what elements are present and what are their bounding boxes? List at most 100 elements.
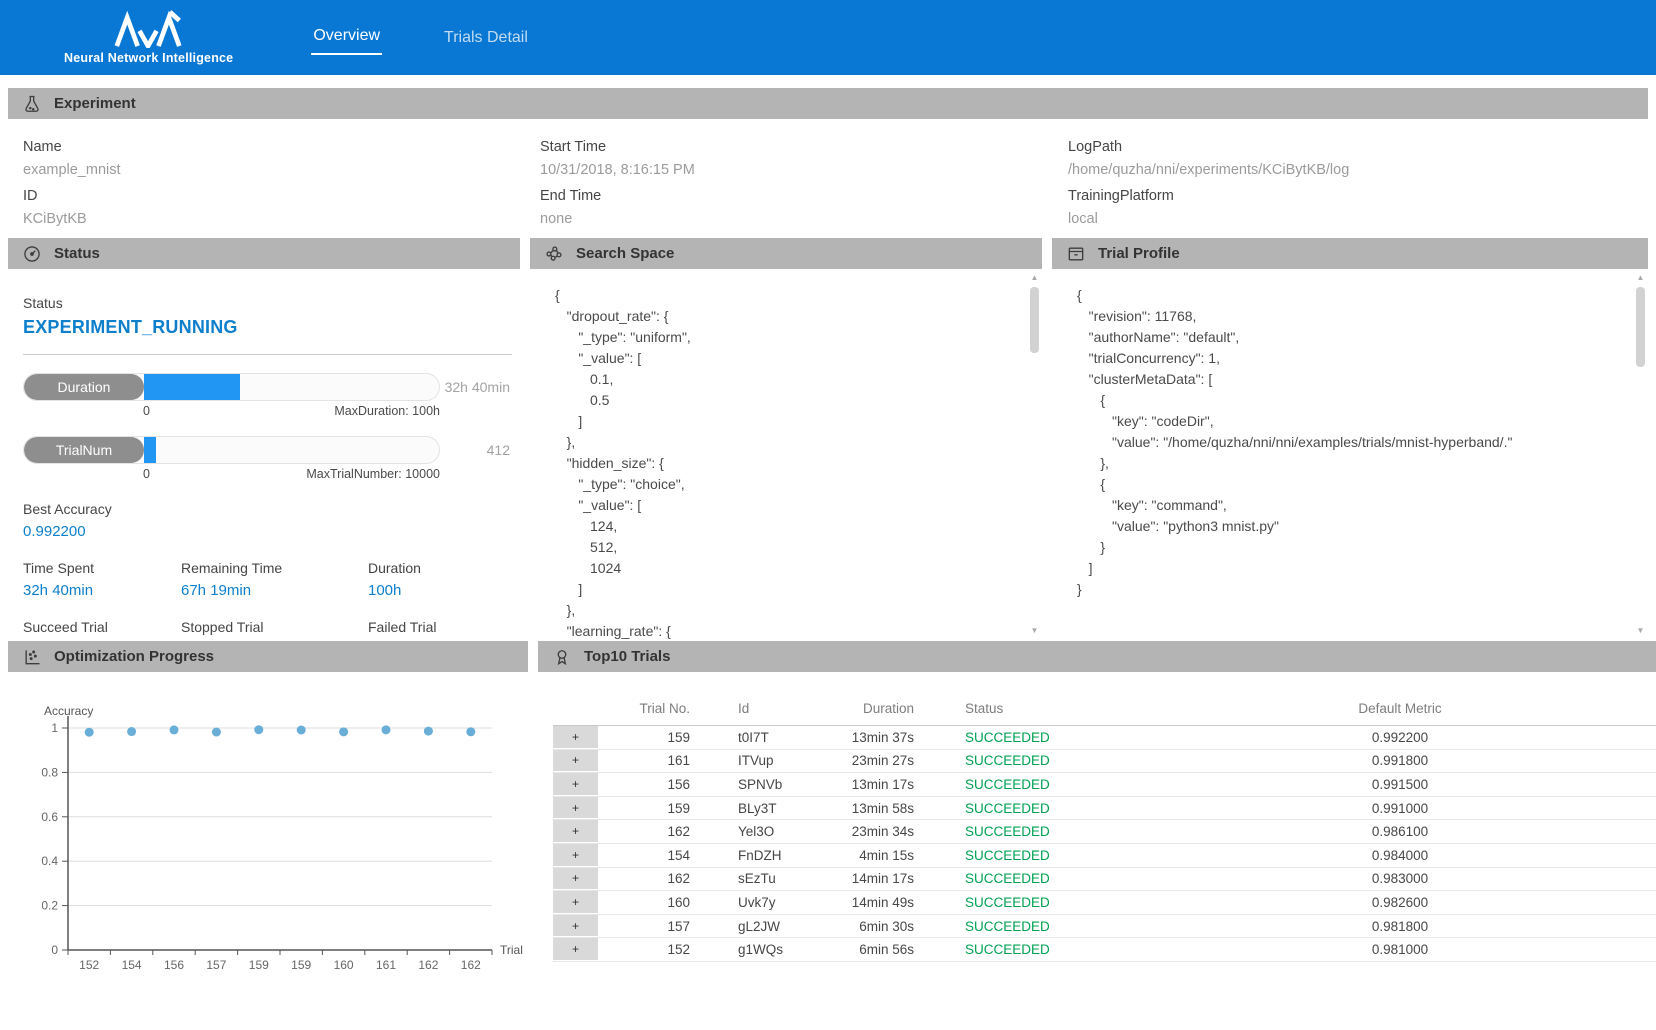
search-space-scrollbar[interactable]: ▲ ▼	[1028, 273, 1041, 635]
search-space-icon	[544, 244, 564, 264]
failed-trial-label: Failed Trial	[368, 619, 520, 635]
svg-text:156: 156	[164, 958, 184, 972]
time-spent-value: 32h 40min	[23, 582, 181, 599]
start-time-label: Start Time	[540, 139, 1068, 155]
cell-status: SUCCEEDED	[930, 777, 1110, 792]
col-trial-no: Trial No.	[598, 701, 698, 716]
cell-id: Yel3O	[698, 824, 818, 839]
cell-id: FnDZH	[698, 848, 818, 863]
trialnum-bar-track	[144, 437, 439, 463]
tab-trials-detail[interactable]: Trials Detail	[442, 23, 530, 53]
expand-row-button[interactable]: +	[553, 750, 598, 773]
remaining-time-label: Remaining Time	[181, 560, 368, 576]
cell-default-metric: 0.984000	[1110, 848, 1656, 863]
svg-text:0.2: 0.2	[41, 899, 58, 913]
start-time-value: 10/31/2018, 8:16:15 PM	[540, 162, 1068, 178]
svg-text:157: 157	[206, 958, 226, 972]
svg-text:162: 162	[418, 958, 438, 972]
scroll-thumb[interactable]	[1636, 287, 1645, 367]
tab-overview[interactable]: Overview	[311, 21, 382, 55]
svg-text:0.6: 0.6	[41, 810, 58, 824]
scroll-down-icon[interactable]: ▼	[1028, 626, 1041, 635]
trial-profile-panel: Trial Profile { "revision": 11768, "auth…	[1052, 238, 1648, 639]
expand-row-button[interactable]: +	[553, 797, 598, 820]
cell-default-metric: 0.991800	[1110, 753, 1656, 768]
expand-row-button[interactable]: +	[553, 915, 598, 938]
id-value: KCiBytKB	[23, 211, 540, 227]
nni-logo	[113, 10, 185, 48]
cell-duration: 13min 37s	[818, 730, 930, 745]
optimization-panel: Optimization Progress Accuracy00.20.40.6…	[8, 641, 528, 1030]
remaining-time-value: 67h 19min	[181, 582, 368, 599]
duration-progress: Duration 32h 40min	[23, 373, 512, 401]
expand-row-button[interactable]: +	[553, 726, 598, 749]
cell-trial-no: 160	[598, 895, 698, 910]
table-row: +152g1WQs6min 56sSUCCEEDED0.981000	[553, 938, 1656, 962]
scroll-down-icon[interactable]: ▼	[1634, 626, 1647, 635]
succeed-trial-label: Succeed Trial	[23, 619, 181, 635]
cell-default-metric: 0.981800	[1110, 919, 1656, 934]
nav-tabs: Overview Trials Detail	[311, 0, 530, 75]
expand-row-button[interactable]: +	[553, 938, 598, 961]
optimization-chart: Accuracy00.20.40.60.81152154156157159159…	[14, 702, 526, 1002]
expand-row-button[interactable]: +	[553, 844, 598, 867]
trialnum-bar-value: 412	[440, 442, 512, 458]
cell-trial-no: 152	[598, 942, 698, 957]
expand-row-button[interactable]: +	[553, 868, 598, 891]
brand: Neural Network Intelligence	[64, 10, 233, 65]
top10-title: Top10 Trials	[584, 648, 670, 665]
cell-duration: 6min 30s	[818, 919, 930, 934]
col-duration: Duration	[818, 701, 930, 716]
trial-profile-title: Trial Profile	[1098, 245, 1180, 262]
svg-text:0.4: 0.4	[41, 854, 58, 868]
cell-trial-no: 162	[598, 871, 698, 886]
svg-text:0.8: 0.8	[41, 765, 58, 779]
brand-text: Neural Network Intelligence	[64, 51, 233, 65]
table-row: +162sEzTu14min 17sSUCCEEDED0.983000	[553, 868, 1656, 892]
svg-text:154: 154	[122, 958, 142, 972]
cell-id: sEzTu	[698, 871, 818, 886]
cell-status: SUCCEEDED	[930, 919, 1110, 934]
svg-text:159: 159	[291, 958, 311, 972]
scroll-up-icon[interactable]: ▲	[1634, 273, 1647, 282]
archive-box-icon	[1066, 244, 1086, 264]
svg-text:Accuracy: Accuracy	[44, 704, 93, 718]
trialnum-bar-fill	[144, 437, 156, 463]
search-space-header: Search Space	[530, 238, 1042, 269]
cell-status: SUCCEEDED	[930, 801, 1110, 816]
trialnum-bar-label: TrialNum	[24, 437, 144, 463]
top10-table-header: Trial No. Id Duration Status Default Met…	[553, 692, 1656, 726]
table-row: +154FnDZH4min 15sSUCCEEDED0.984000	[553, 844, 1656, 868]
duration-bar-fill	[144, 374, 240, 400]
trial-profile-scrollbar[interactable]: ▲ ▼	[1634, 273, 1647, 635]
end-time-value: none	[540, 211, 1068, 227]
top-nav: Neural Network Intelligence Overview Tri…	[0, 0, 1656, 75]
cell-status: SUCCEEDED	[930, 730, 1110, 745]
expand-row-button[interactable]: +	[553, 820, 598, 843]
time-spent-label: Time Spent	[23, 560, 181, 576]
table-row: +161ITVup23min 27sSUCCEEDED0.991800	[553, 750, 1656, 774]
status-panel-header: Status	[8, 238, 520, 269]
name-label: Name	[23, 139, 540, 155]
duration-bar-range: 0 MaxDuration: 100h	[143, 404, 440, 418]
scroll-up-icon[interactable]: ▲	[1028, 273, 1041, 282]
cell-duration: 13min 17s	[818, 777, 930, 792]
duration-min: 0	[143, 404, 150, 418]
col-id: Id	[698, 701, 818, 716]
search-space-json: { "dropout_rate": { "_type": "uniform", …	[530, 269, 1042, 639]
svg-text:152: 152	[79, 958, 99, 972]
cell-id: BLy3T	[698, 801, 818, 816]
cell-status: SUCCEEDED	[930, 942, 1110, 957]
svg-text:160: 160	[334, 958, 354, 972]
top10-body: Trial No. Id Duration Status Default Met…	[538, 692, 1656, 1030]
expand-row-button[interactable]: +	[553, 891, 598, 914]
scroll-thumb[interactable]	[1030, 287, 1039, 353]
platform-label: TrainingPlatform	[1068, 188, 1648, 204]
cell-duration: 23min 34s	[818, 824, 930, 839]
expand-row-button[interactable]: +	[553, 773, 598, 796]
experiment-section-header: Experiment	[8, 88, 1648, 119]
duration-max: MaxDuration: 100h	[334, 404, 440, 418]
cell-id: t0I7T	[698, 730, 818, 745]
trialnum-max: MaxTrialNumber: 10000	[306, 467, 440, 481]
divider	[23, 354, 512, 355]
